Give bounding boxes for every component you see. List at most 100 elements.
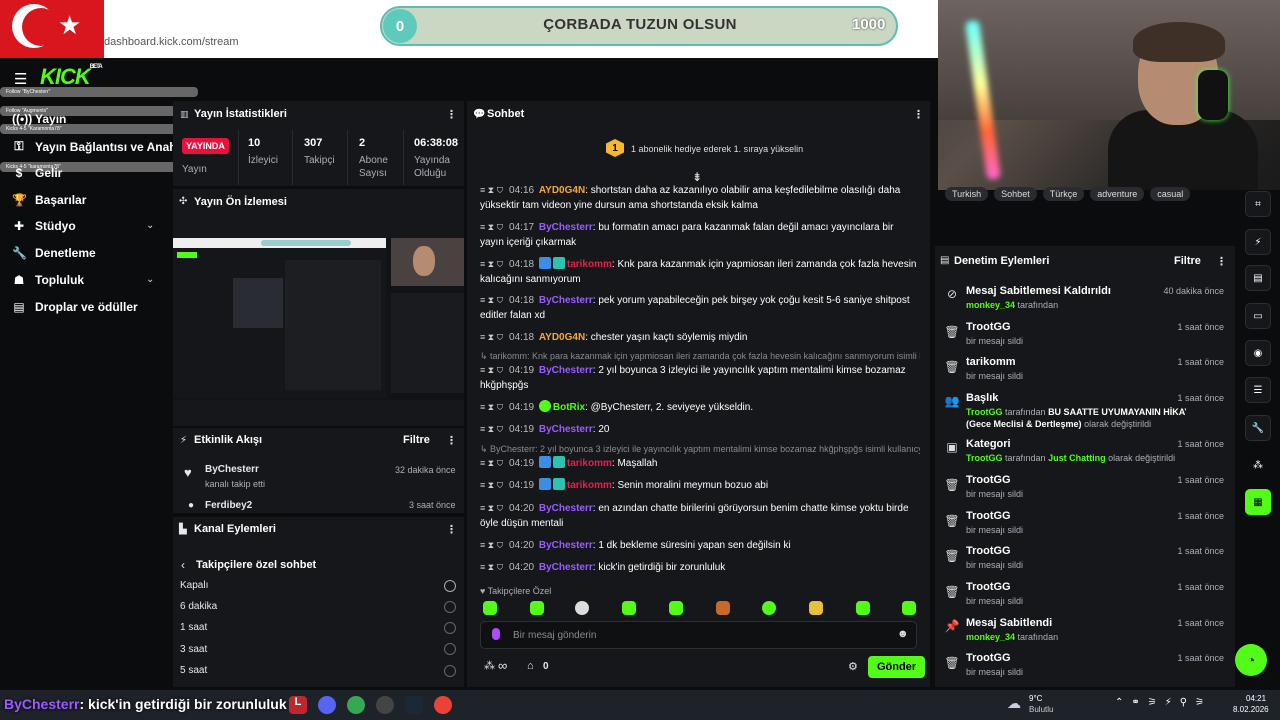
chat-message: ≡ ⧗ ⛉ 04:18 AYD0G4N: chester yaşın kaçtı … [480, 332, 748, 343]
chevron-down-icon[interactable]: ⌄ [146, 274, 154, 285]
radio-1-saat[interactable] [444, 622, 456, 634]
bolt-icon[interactable]: ⚡ [1245, 229, 1271, 255]
chrome-icon[interactable] [347, 696, 365, 714]
emote[interactable] [483, 601, 497, 615]
divider [403, 130, 404, 185]
stat-subs: 2 Abone Sayısı [359, 137, 388, 179]
back-arrow-icon[interactable]: ‹ [181, 558, 185, 572]
preview-icon: ✣ [179, 196, 188, 207]
store-icon[interactable]: ⌂ [527, 660, 534, 672]
kick-app-icon[interactable]: ▦ [1245, 489, 1271, 515]
emote[interactable] [856, 601, 870, 615]
chrome-icon-2[interactable] [434, 696, 452, 714]
radio-5-saat[interactable] [444, 665, 456, 677]
mic-icon[interactable] [492, 628, 500, 640]
radio-kapali[interactable] [444, 580, 456, 592]
heart-icon: ♥ [184, 465, 192, 480]
more-icon[interactable]: ⋮ [446, 434, 457, 447]
emote[interactable] [809, 601, 823, 615]
emote[interactable] [530, 601, 544, 615]
nav-item-studyo[interactable]: ✚ Stüdyo [12, 219, 76, 233]
trophy-icon: 🏆 [12, 193, 27, 207]
activity-user[interactable]: Ferdibey2 [205, 500, 252, 510]
screenshot-icon[interactable]: ⌗ [1245, 191, 1271, 217]
more-icon[interactable]: ⋮ [446, 523, 457, 536]
steam-icon[interactable] [405, 696, 423, 714]
more-icon[interactable]: ⋮ [446, 108, 457, 121]
chat-reply-preview[interactable]: ↳ ByChesterr: 2 yıl boyunca 3 izleyici i… [480, 444, 920, 455]
radio-3-saat[interactable] [444, 643, 456, 655]
obs-icon[interactable] [376, 696, 394, 714]
emote[interactable] [902, 601, 916, 615]
chat-icon[interactable]: ▭ [1245, 303, 1271, 329]
settings-icon[interactable]: ⚙ [848, 660, 858, 673]
url-text[interactable]: dashboard.kick.com/stream [104, 36, 239, 48]
send-button[interactable]: Gönder [868, 656, 926, 678]
chat-reply-preview[interactable]: ↳ tarikomm: Knk para kazanmak için yapmi… [480, 351, 920, 362]
preview-title: Yayın Ön İzlemesi [194, 196, 287, 208]
chevron-down-icon[interactable]: ⌄ [146, 220, 154, 231]
radio-6-dakika[interactable] [444, 601, 456, 613]
nav-item-yayin[interactable]: ((•)) Yayın [12, 112, 66, 126]
support-icon[interactable]: ◔ [1235, 644, 1267, 676]
option-label[interactable]: Kapalı [180, 580, 208, 591]
weather-temp[interactable]: 9°C [1029, 694, 1042, 703]
turkish-flag-image: ★ [0, 0, 104, 58]
chat-icon: 💬 [473, 109, 486, 120]
goal-max: 1000 [852, 16, 886, 33]
clock-time[interactable]: 04:21 [1246, 694, 1266, 703]
wrench-icon[interactable]: 🔧 [1245, 415, 1271, 441]
document-icon[interactable]: ▤ [1245, 265, 1271, 291]
nav-item-topluluk[interactable]: ☗ Topluluk [12, 273, 85, 287]
nav-item-gelir[interactable]: $ Gelir [12, 166, 63, 180]
more-icon[interactable]: ⋮ [913, 108, 924, 121]
tray-icons[interactable]: ⌃⚭⚞⚡⚲⚞ [1115, 697, 1212, 708]
users-icon: 👥 [944, 394, 960, 408]
option-label[interactable]: 1 saat [180, 622, 207, 633]
activity-filter-button[interactable]: Filtre [403, 434, 430, 446]
activity-title: Etkinlik Akışı [194, 434, 263, 446]
tag[interactable]: adventure [1090, 187, 1145, 201]
weather-desc[interactable]: Bulutlu [1029, 705, 1053, 714]
log-icon: ▤ [940, 255, 950, 266]
activity-time: 3 saat önce [409, 500, 456, 510]
emoji-icon[interactable]: ☻ [897, 628, 909, 640]
chart-icon: ▥ [180, 109, 189, 119]
followers-only-chat-title[interactable]: Takipçilere özel sohbet [196, 559, 316, 571]
option-label[interactable]: 6 dakika [180, 601, 217, 612]
chat-message: ≡ ⧗ ⛉ 04:20 ByChesterr: kick'in getirdiği… [480, 562, 726, 573]
activity-user[interactable]: ByChesterr [205, 464, 259, 475]
menu-icon[interactable]: ☰ [14, 70, 27, 88]
gift-icon: ▤ [13, 300, 25, 314]
nav-item-stream-key[interactable]: ⚿ Yayın Bağlantısı ve Anahtarı [12, 139, 195, 154]
emote[interactable] [622, 601, 636, 615]
emote[interactable] [716, 601, 730, 615]
modlog-filter-button[interactable]: Filtre [1174, 255, 1201, 267]
clock-date[interactable]: 8.02.2026 [1233, 705, 1269, 714]
option-label[interactable]: 5 saat [180, 665, 207, 676]
heart-icon: ● [188, 500, 195, 511]
expand-icon[interactable]: ⇟ [692, 170, 702, 184]
tag[interactable]: casual [1150, 187, 1191, 201]
users-icon[interactable]: ⁂ [1245, 452, 1271, 478]
nav-item-droplar[interactable]: ▤ Droplar ve ödüller [12, 300, 137, 314]
stream-preview-image[interactable] [173, 238, 464, 400]
chat-message: ≡ ⧗ ⛉ 04:19 BotRix: @ByChesterr, 2. seviy… [480, 400, 754, 413]
broadcast-icon[interactable]: ◉ [1245, 340, 1271, 366]
emote[interactable] [669, 601, 683, 615]
option-label[interactable]: 3 saat [180, 644, 207, 655]
gift-leaderboard-text[interactable]: 1 abonelik hediye ederek 1. sıraya yükse… [631, 144, 803, 154]
tag[interactable]: Türkçe [1042, 187, 1085, 201]
list-icon[interactable]: ☰ [1245, 377, 1271, 403]
more-icon[interactable]: ⋮ [1216, 255, 1227, 268]
app-icon[interactable]: L [289, 696, 307, 714]
emote[interactable] [575, 601, 589, 615]
channel-actions-title: Kanal Eylemleri [194, 523, 276, 535]
nav-item-denetleme[interactable]: 🔧 Denetleme [12, 246, 96, 260]
tag[interactable]: Turkish [945, 187, 989, 201]
nav-item-basarilar[interactable]: 🏆 Başarılar [12, 193, 86, 207]
tag[interactable]: Sohbet [994, 187, 1037, 201]
divider [347, 130, 348, 185]
discord-icon[interactable] [318, 696, 336, 714]
emote[interactable] [762, 601, 776, 615]
